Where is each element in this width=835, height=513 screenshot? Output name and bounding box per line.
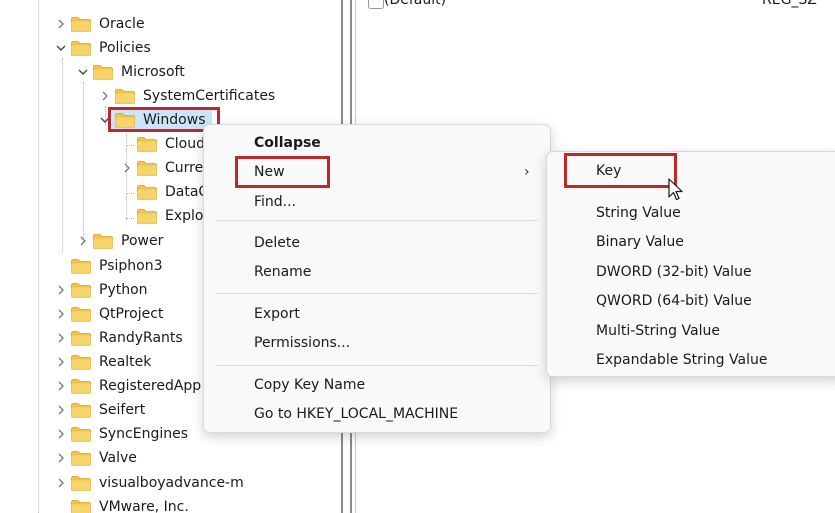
chevron-down-icon[interactable] (77, 61, 89, 83)
menu-separator (216, 365, 538, 366)
chevron-right-icon[interactable] (55, 279, 67, 301)
tree-item-label: RegisteredApp (99, 378, 202, 394)
chevron-right-icon[interactable] (55, 423, 67, 445)
menu-separator (216, 293, 538, 294)
folder-icon (93, 234, 113, 249)
folder-icon (137, 161, 157, 176)
folder-icon (71, 476, 91, 491)
folder-icon (71, 427, 91, 442)
tree-item-label: SystemCertificates (143, 88, 276, 104)
folder-icon (71, 403, 91, 418)
tree-item-label: Power (121, 233, 164, 249)
tree-item[interactable]: VMware, Inc. (0, 496, 330, 513)
tree-item[interactable]: SystemCertificates (0, 85, 330, 107)
key-highlight-box (564, 153, 677, 188)
tree-item-label: Policies (99, 40, 151, 56)
folder-icon (71, 451, 91, 466)
folder-icon (71, 379, 91, 394)
tree-item-label: Python (99, 282, 148, 298)
tree-item-label: Oracle (99, 16, 145, 32)
menu-item-rename[interactable]: Rename (254, 258, 311, 286)
folder-icon (137, 185, 157, 200)
new-highlight-box (235, 156, 330, 188)
value-name-default[interactable]: (Default) (384, 0, 446, 8)
tree-item[interactable]: Valve (0, 447, 330, 469)
tree-item[interactable]: Microsoft (0, 61, 330, 83)
chevron-right-icon[interactable] (55, 13, 67, 35)
tree-item-label: VMware, Inc. (99, 499, 189, 513)
menu-item-permissions[interactable]: Permissions... (254, 329, 350, 357)
menu-item-goto-hklm[interactable]: Go to HKEY_LOCAL_MACHINE (254, 400, 458, 428)
menu-item-collapse[interactable]: Collapse (254, 129, 321, 157)
tree-item-label: Curre (165, 160, 204, 176)
folder-icon (71, 355, 91, 370)
tree-item-label: Cloud (165, 136, 205, 152)
submenu-item-multi-string-value[interactable]: Multi-String Value (596, 317, 720, 345)
submenu-item-dword-value[interactable]: DWORD (32-bit) Value (596, 258, 752, 286)
chevron-right-icon: › (524, 164, 530, 180)
chevron-down-icon[interactable] (55, 37, 67, 59)
folder-icon (71, 259, 91, 274)
tree-item-label: Valve (99, 450, 137, 466)
folder-icon (71, 331, 91, 346)
folder-icon (71, 307, 91, 322)
chevron-right-icon[interactable] (55, 375, 67, 397)
menu-item-copy-key-name[interactable]: Copy Key Name (254, 371, 365, 399)
folder-icon (71, 500, 91, 513)
tree-item-label: DataC (165, 184, 209, 200)
folder-icon (137, 137, 157, 152)
value-type-default: REG_SZ (762, 0, 817, 8)
chevron-right-icon[interactable] (55, 351, 67, 373)
menu-item-find[interactable]: Find... (254, 188, 296, 216)
menu-item-export[interactable]: Export (254, 300, 300, 328)
chevron-right-icon[interactable] (55, 472, 67, 494)
chevron-right-icon[interactable] (55, 399, 67, 421)
chevron-right-icon[interactable] (55, 327, 67, 349)
context-menu: Collapse New › Find... Delete Rename Exp… (203, 124, 551, 433)
tree-item[interactable]: Policies (0, 37, 330, 59)
chevron-right-icon[interactable] (77, 230, 89, 252)
tree-item-label: Realtek (99, 354, 152, 370)
tree-item[interactable]: Oracle (0, 13, 330, 35)
tree-item-label: QtProject (99, 306, 164, 322)
string-value-icon (368, 0, 384, 9)
tree-item-label: Explo (165, 208, 204, 224)
submenu-item-binary-value[interactable]: Binary Value (596, 228, 684, 256)
tree-item-label: SyncEngines (99, 426, 189, 442)
folder-icon (137, 209, 157, 224)
menu-separator (216, 220, 538, 221)
tree-item-label: Psiphon3 (99, 258, 163, 274)
tree-item[interactable]: visualboyadvance-m (0, 472, 330, 494)
chevron-right-icon[interactable] (99, 85, 111, 107)
folder-icon (71, 283, 91, 298)
folder-icon (115, 89, 135, 104)
submenu-item-string-value[interactable]: String Value (596, 199, 681, 227)
submenu-item-expandable-string-value[interactable]: Expandable String Value (596, 346, 767, 374)
tree-item-label: RandyRants (99, 330, 183, 346)
folder-icon (71, 41, 91, 56)
chevron-right-icon[interactable] (55, 303, 67, 325)
new-submenu: Key String Value Binary Value DWORD (32-… (546, 151, 835, 377)
folder-icon (71, 17, 91, 32)
registry-editor: Oracle Policies Microsoft SystemCertificate… (0, 0, 835, 513)
submenu-item-qword-value[interactable]: QWORD (64-bit) Value (596, 287, 752, 315)
mouse-pointer-icon (668, 178, 683, 201)
folder-icon (93, 65, 113, 80)
menu-item-delete[interactable]: Delete (254, 229, 300, 257)
tree-item-label: Seifert (99, 402, 146, 418)
chevron-right-icon[interactable] (121, 157, 133, 179)
tree-item-label: Microsoft (121, 64, 185, 80)
tree-item-label: visualboyadvance-m (99, 475, 244, 491)
chevron-right-icon[interactable] (55, 447, 67, 469)
